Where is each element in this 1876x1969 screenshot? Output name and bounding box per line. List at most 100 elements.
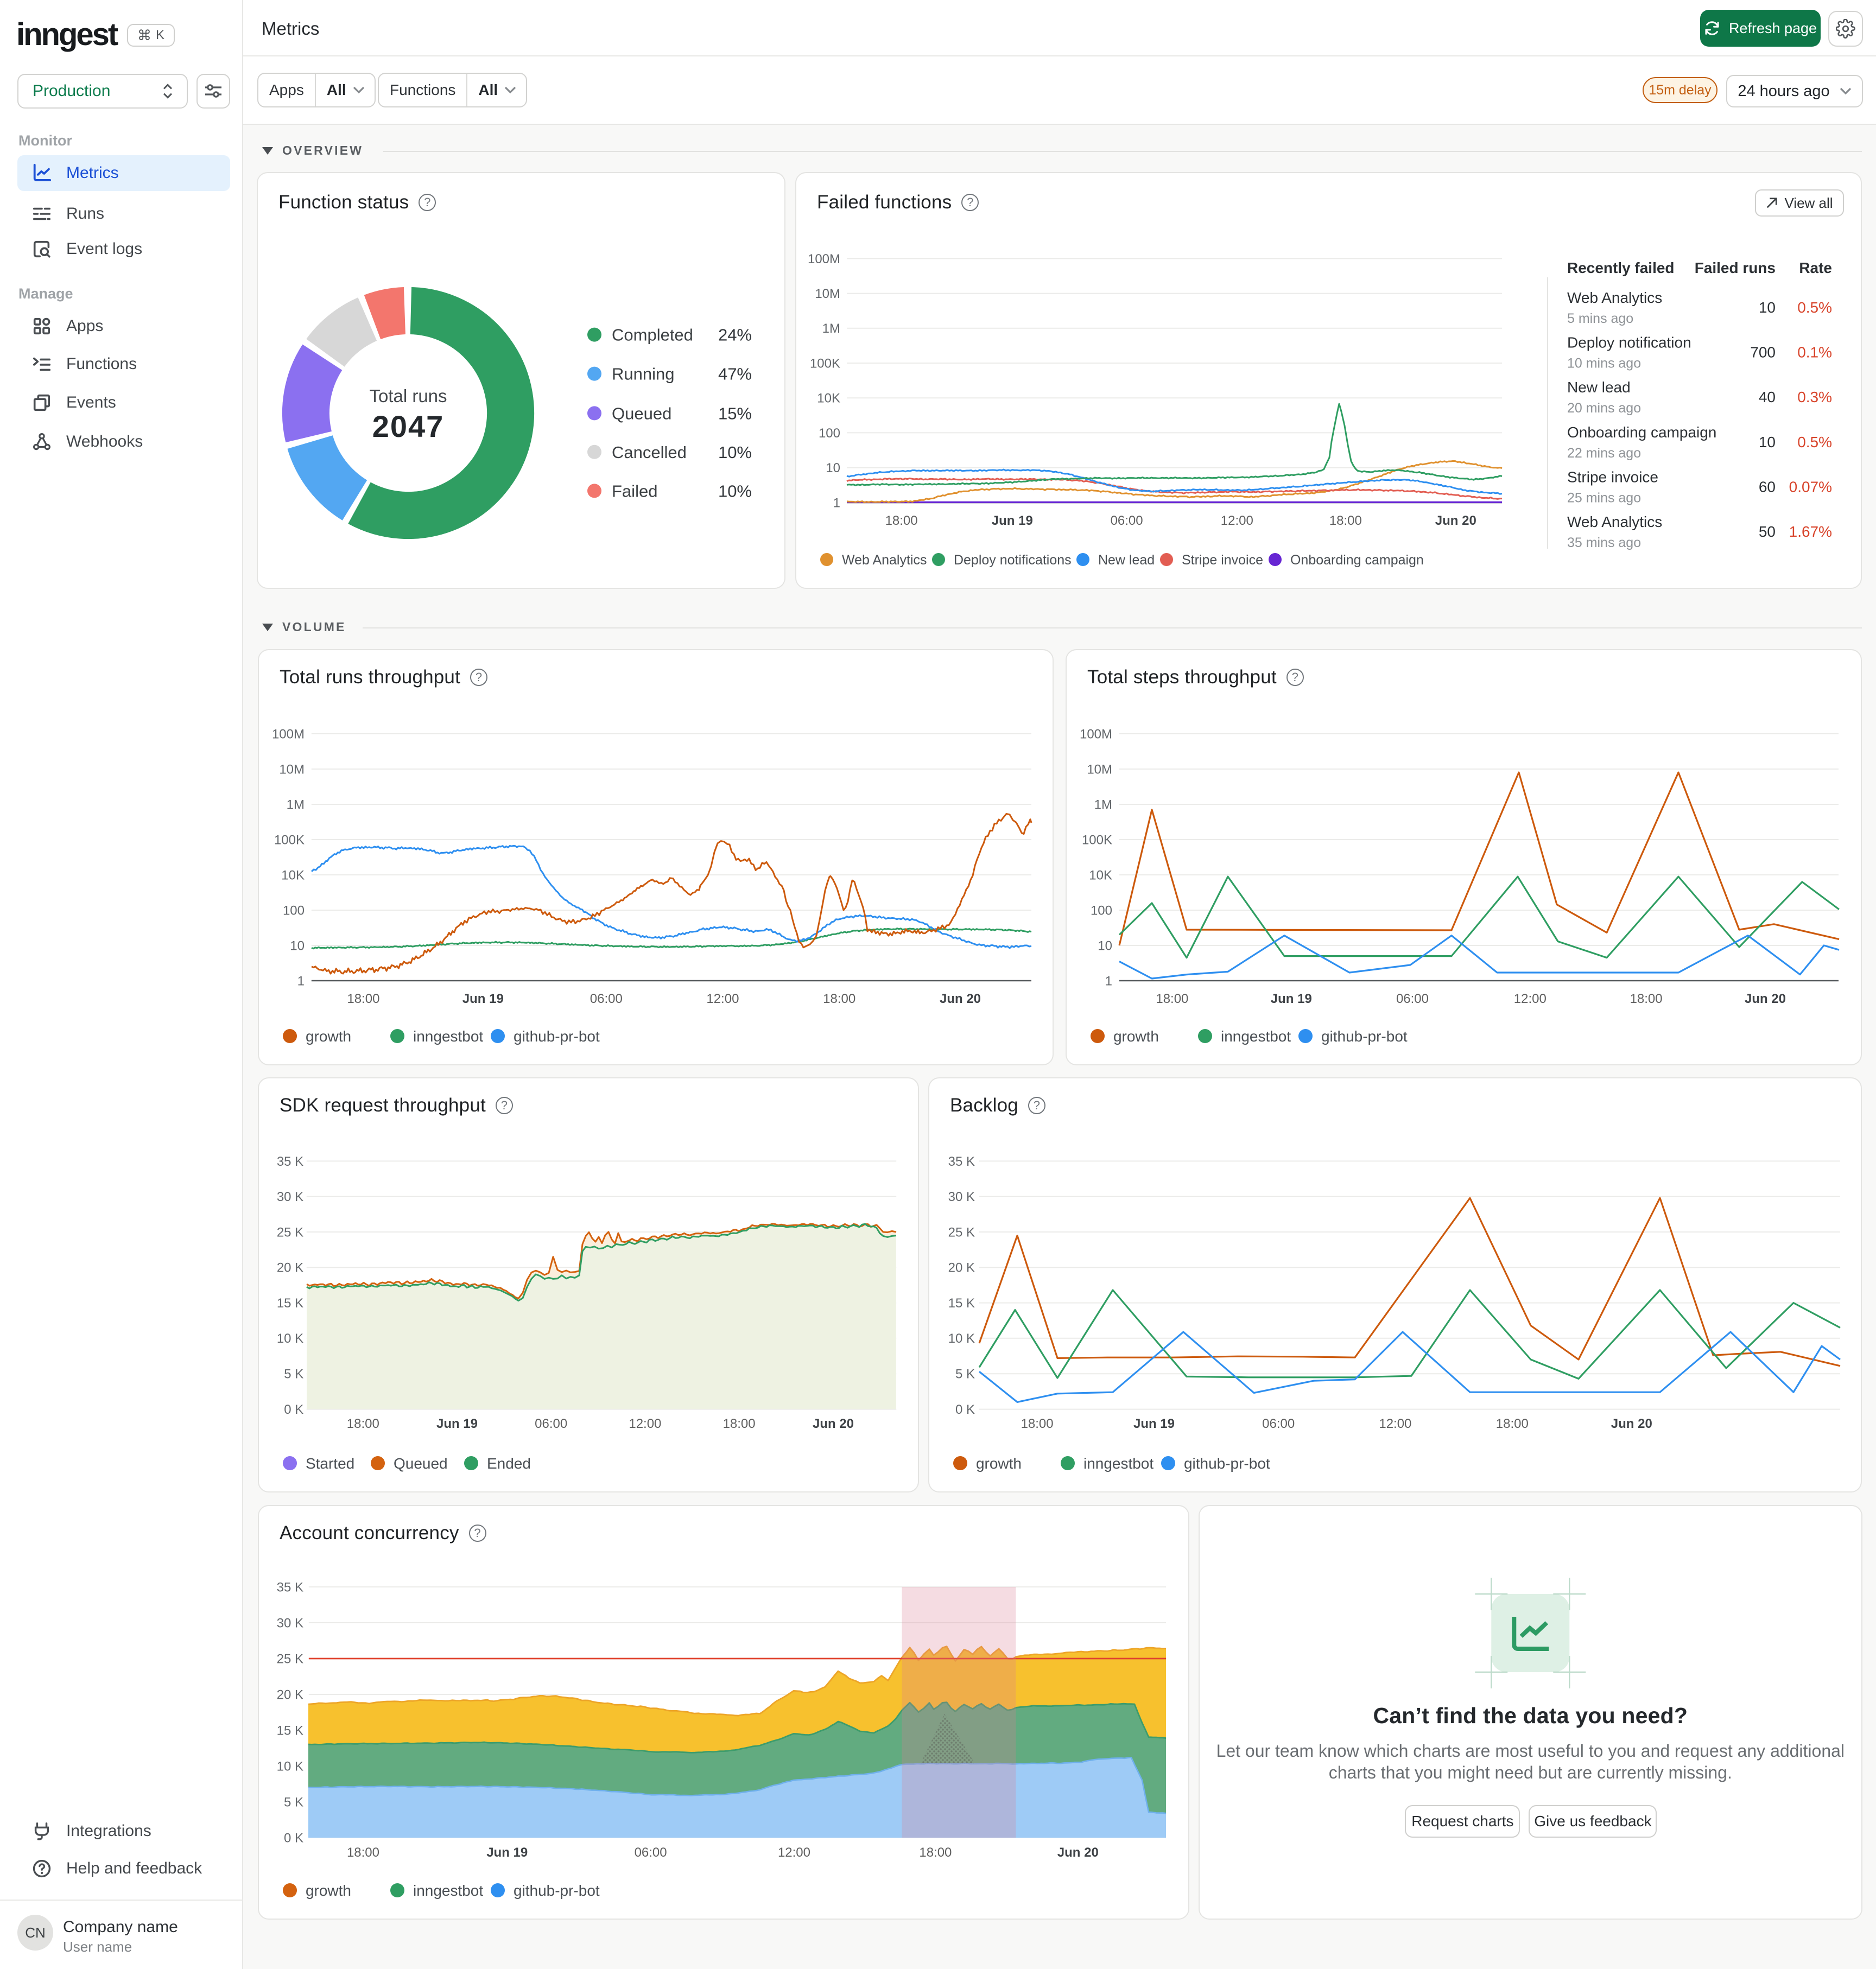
svg-text:5 K: 5 K xyxy=(284,1795,303,1809)
svg-text:github-pr-bot: github-pr-bot xyxy=(1321,1028,1408,1045)
svg-text:20 mins ago: 20 mins ago xyxy=(1567,401,1641,416)
svg-text:Jun 20: Jun 20 xyxy=(1057,1845,1099,1860)
svg-text:30 K: 30 K xyxy=(948,1190,975,1204)
svg-text:Jun 19: Jun 19 xyxy=(486,1845,528,1860)
svg-text:Onboarding campaign: Onboarding campaign xyxy=(1567,424,1716,441)
svg-text:25 K: 25 K xyxy=(948,1225,975,1240)
svg-text:Web Analytics: Web Analytics xyxy=(1567,289,1662,306)
svg-text:18:00: 18:00 xyxy=(347,1417,379,1431)
svg-text:Jun 19: Jun 19 xyxy=(436,1417,478,1431)
svg-text:10%: 10% xyxy=(718,481,752,500)
svg-text:10M: 10M xyxy=(279,762,305,777)
svg-text:10K: 10K xyxy=(1089,868,1112,882)
svg-text:100M: 100M xyxy=(1080,727,1112,741)
svg-text:100: 100 xyxy=(819,426,840,441)
svg-text:100M: 100M xyxy=(272,727,305,741)
svg-text:growth: growth xyxy=(976,1455,1022,1472)
svg-text:100K: 100K xyxy=(274,833,305,847)
svg-text:25 mins ago: 25 mins ago xyxy=(1567,490,1641,505)
svg-text:06:00: 06:00 xyxy=(635,1845,667,1860)
svg-text:12:00: 12:00 xyxy=(706,992,739,1006)
svg-text:10 K: 10 K xyxy=(277,1759,303,1774)
svg-text:0.5%: 0.5% xyxy=(1797,434,1832,450)
svg-text:18:00: 18:00 xyxy=(1156,992,1188,1006)
svg-text:Stripe invoice: Stripe invoice xyxy=(1567,468,1658,485)
svg-text:1M: 1M xyxy=(287,797,305,812)
svg-text:growth: growth xyxy=(306,1028,351,1045)
svg-text:18:00: 18:00 xyxy=(1496,1417,1529,1431)
svg-text:Jun 20: Jun 20 xyxy=(1435,513,1476,528)
svg-text:1: 1 xyxy=(833,496,840,510)
svg-text:1: 1 xyxy=(1105,974,1112,988)
svg-text:0.1%: 0.1% xyxy=(1797,344,1832,361)
svg-text:12:00: 12:00 xyxy=(778,1845,810,1860)
svg-text:Jun 19: Jun 19 xyxy=(462,992,504,1006)
svg-text:40: 40 xyxy=(1759,389,1776,405)
svg-text:06:00: 06:00 xyxy=(535,1417,567,1431)
svg-text:100K: 100K xyxy=(1082,833,1112,847)
svg-text:18:00: 18:00 xyxy=(347,1845,379,1860)
svg-text:Can’t find the data you need?: Can’t find the data you need? xyxy=(1373,1703,1688,1728)
svg-text:inngestbot: inngestbot xyxy=(1221,1028,1291,1045)
svg-text:12:00: 12:00 xyxy=(1514,992,1547,1006)
svg-text:22 mins ago: 22 mins ago xyxy=(1567,446,1641,461)
svg-text:5 mins ago: 5 mins ago xyxy=(1567,311,1633,326)
svg-text:06:00: 06:00 xyxy=(1262,1417,1295,1431)
svg-text:0 K: 0 K xyxy=(284,1831,303,1845)
svg-text:Jun 20: Jun 20 xyxy=(1611,1417,1652,1431)
svg-text:47%: 47% xyxy=(718,365,752,384)
svg-text:20 K: 20 K xyxy=(948,1261,975,1275)
svg-text:Stripe invoice: Stripe invoice xyxy=(1182,552,1263,568)
svg-text:growth: growth xyxy=(306,1882,351,1899)
svg-text:github-pr-bot: github-pr-bot xyxy=(514,1882,600,1899)
svg-text:growth: growth xyxy=(1113,1028,1159,1045)
svg-text:18:00: 18:00 xyxy=(1630,992,1663,1006)
svg-text:06:00: 06:00 xyxy=(590,992,623,1006)
svg-text:06:00: 06:00 xyxy=(1396,992,1429,1006)
svg-text:1M: 1M xyxy=(1094,797,1112,812)
svg-text:0.07%: 0.07% xyxy=(1789,478,1832,495)
svg-text:New lead: New lead xyxy=(1567,379,1631,396)
svg-text:Failed runs: Failed runs xyxy=(1695,259,1776,276)
svg-text:New lead: New lead xyxy=(1098,552,1155,568)
svg-text:Running: Running xyxy=(612,365,674,384)
svg-text:0.3%: 0.3% xyxy=(1797,389,1832,405)
svg-text:github-pr-bot: github-pr-bot xyxy=(514,1028,600,1045)
svg-text:Jun 20: Jun 20 xyxy=(1745,992,1786,1006)
svg-text:35 K: 35 K xyxy=(948,1154,975,1169)
svg-text:60: 60 xyxy=(1759,478,1776,495)
svg-text:5 K: 5 K xyxy=(955,1367,975,1382)
svg-text:30 K: 30 K xyxy=(277,1616,303,1630)
svg-text:100M: 100M xyxy=(808,252,840,266)
svg-text:Recently failed: Recently failed xyxy=(1567,259,1675,276)
svg-text:Web Analytics: Web Analytics xyxy=(842,552,927,568)
svg-text:15 K: 15 K xyxy=(277,1723,303,1738)
svg-text:10K: 10K xyxy=(281,868,305,882)
svg-text:12:00: 12:00 xyxy=(1221,513,1253,528)
svg-text:30 K: 30 K xyxy=(277,1190,303,1204)
svg-text:1M: 1M xyxy=(822,321,840,336)
svg-text:20 K: 20 K xyxy=(277,1261,303,1275)
svg-text:10: 10 xyxy=(1759,299,1776,316)
svg-text:25 K: 25 K xyxy=(277,1652,303,1666)
svg-text:Queued: Queued xyxy=(394,1455,448,1472)
svg-text:35 K: 35 K xyxy=(277,1154,303,1169)
svg-text:700: 700 xyxy=(1750,344,1776,361)
svg-text:10M: 10M xyxy=(1087,762,1112,777)
svg-text:06:00: 06:00 xyxy=(1111,513,1143,528)
svg-text:Deploy notifications: Deploy notifications xyxy=(954,552,1072,568)
svg-text:0.5%: 0.5% xyxy=(1797,299,1832,316)
svg-text:18:00: 18:00 xyxy=(823,992,855,1006)
svg-text:35 mins ago: 35 mins ago xyxy=(1567,535,1641,550)
svg-text:100: 100 xyxy=(283,903,305,918)
svg-text:10: 10 xyxy=(1098,938,1112,953)
svg-text:15%: 15% xyxy=(718,404,752,423)
svg-text:100K: 100K xyxy=(810,356,840,371)
svg-text:18:00: 18:00 xyxy=(347,992,379,1006)
svg-text:Cancelled: Cancelled xyxy=(612,443,687,462)
svg-text:1.67%: 1.67% xyxy=(1789,523,1832,540)
svg-text:18:00: 18:00 xyxy=(919,1845,952,1860)
svg-text:Started: Started xyxy=(306,1455,354,1472)
svg-text:Rate: Rate xyxy=(1799,259,1832,276)
svg-text:Deploy notification: Deploy notification xyxy=(1567,334,1691,351)
